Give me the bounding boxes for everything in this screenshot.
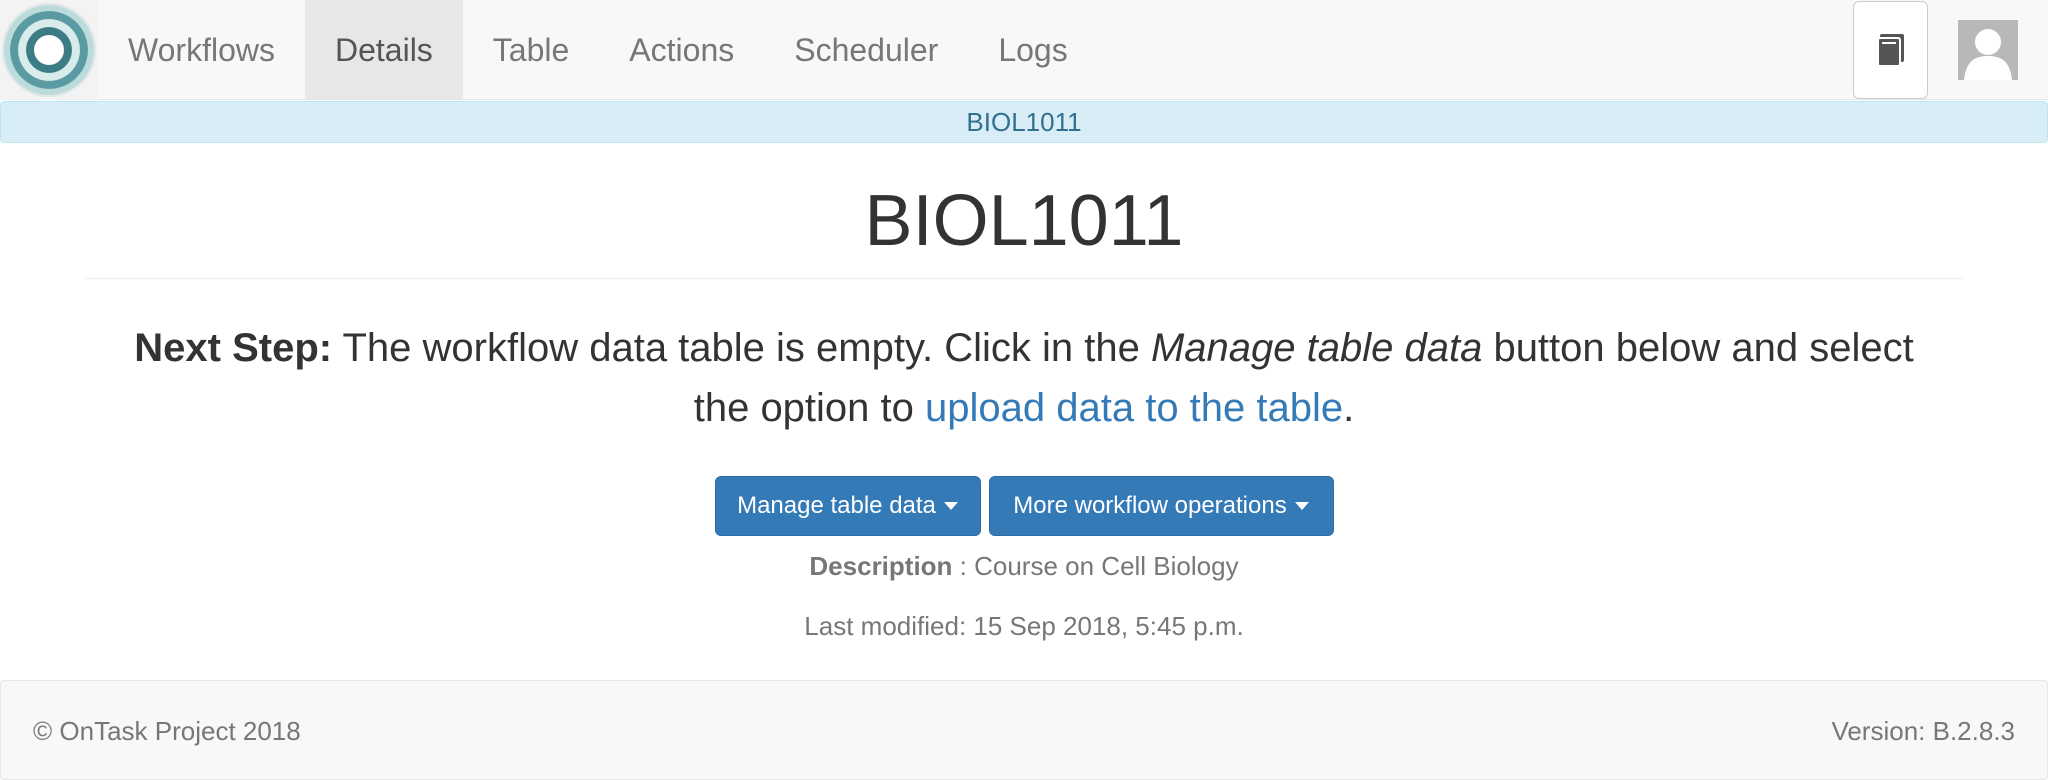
description-value: Course on Cell Biology <box>974 551 1239 581</box>
more-workflow-operations-button[interactable]: More workflow operations <box>988 476 1334 536</box>
next-step-text-3: . <box>1343 386 1355 430</box>
book-icon <box>1876 34 1904 67</box>
ontask-logo-icon <box>2 3 96 97</box>
more-workflow-operations-label: More workflow operations <box>1013 492 1287 519</box>
nav-item-scheduler[interactable]: Scheduler <box>764 0 968 100</box>
nav-item-details[interactable]: Details <box>304 0 463 100</box>
last-modified: Last modified: 15 Sep 2018, 5:45 p.m. <box>804 611 1244 641</box>
caret-down-icon <box>1294 502 1309 510</box>
nav-item-table[interactable]: Table <box>463 0 600 100</box>
next-step-message: Next Step: The workflow data table is em… <box>130 318 1918 438</box>
manage-table-data-button[interactable]: Manage table data <box>714 476 981 536</box>
brand-logo[interactable] <box>0 0 98 100</box>
navbar: Workflows Details Table Actions Schedule… <box>0 0 2048 100</box>
manage-table-data-label: Manage table data <box>737 492 936 519</box>
nav-item-actions[interactable]: Actions <box>599 0 764 100</box>
workflow-description: Description : Course on Cell Biology <box>0 548 2048 584</box>
workflow-context-bar: BIOL1011 <box>0 101 2048 143</box>
nav-item-workflows[interactable]: Workflows <box>98 0 305 100</box>
user-avatar-icon[interactable] <box>1958 20 2018 80</box>
next-step-label: Next Step: <box>134 326 333 370</box>
documentation-button[interactable] <box>1853 1 1928 99</box>
description-label: Description <box>809 551 953 581</box>
title-divider <box>84 278 1964 279</box>
description-separator: : <box>952 551 975 581</box>
footer-copyright: © OnTask Project 2018 <box>33 716 301 746</box>
page-title: BIOL1011 <box>864 181 1184 261</box>
main-nav: Workflows Details Table Actions Schedule… <box>98 0 1098 100</box>
next-step-text-1: The workflow data table is empty. Click … <box>332 326 1151 370</box>
upload-data-link[interactable]: upload data to the table <box>925 386 1343 430</box>
caret-down-icon <box>943 502 958 510</box>
nav-item-logs[interactable]: Logs <box>968 0 1097 100</box>
footer-version: Version: B.2.8.3 <box>1831 716 2015 746</box>
workflow-button-group: Manage table data More workflow operatio… <box>0 476 2048 536</box>
next-step-emphasis: Manage table data <box>1150 326 1483 370</box>
footer: © OnTask Project 2018 Version: B.2.8.3 <box>0 680 2048 780</box>
